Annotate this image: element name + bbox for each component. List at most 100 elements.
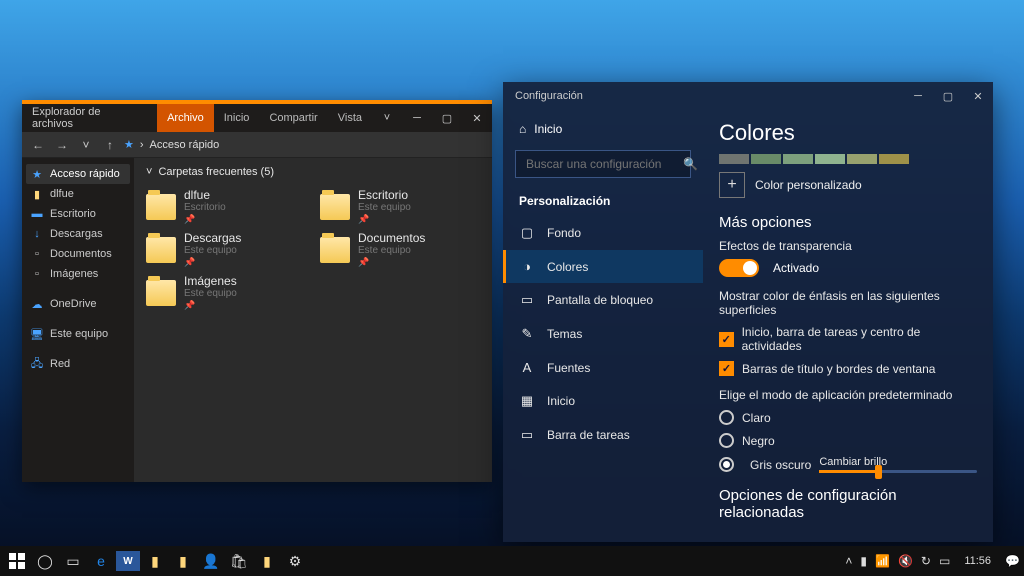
nav-quick-access[interactable]: ★ Acceso rápido xyxy=(26,164,130,184)
close-button[interactable]: ✕ xyxy=(963,82,993,110)
maximize-button[interactable]: ▢ xyxy=(432,104,462,132)
slider-knob[interactable] xyxy=(875,465,882,479)
nav-taskbar[interactable]: ▭Barra de tareas xyxy=(503,418,703,452)
breadcrumb[interactable]: Acceso rápido xyxy=(150,139,220,151)
tab-compartir[interactable]: Compartir xyxy=(259,104,327,132)
mode-label: Elige el modo de aplicación predetermina… xyxy=(719,388,977,402)
folder-dlfue[interactable]: dlfueEscritorio📌 xyxy=(146,188,306,225)
store-icon[interactable]: 🛍 xyxy=(226,548,252,574)
wifi-icon[interactable]: 📶 xyxy=(875,554,890,568)
maximize-button[interactable]: ▢ xyxy=(933,82,963,110)
pin-icon: 📌 xyxy=(184,300,237,311)
folder-descargas[interactable]: DescargasEste equipo📌 xyxy=(146,231,306,268)
nav-lock-screen[interactable]: ▭Pantalla de bloqueo xyxy=(503,283,703,317)
nav-chevron-icon[interactable]: ˅ xyxy=(76,138,96,152)
settings-home[interactable]: ⌂ Inicio xyxy=(503,116,703,142)
radio-negro[interactable]: Negro xyxy=(719,433,977,448)
section-header[interactable]: ˅ Carpetas frecuentes (5) xyxy=(146,166,480,178)
home-icon: ⌂ xyxy=(519,122,526,136)
settings-titlebar[interactable]: Configuración ─ ▢ ✕ xyxy=(503,82,993,110)
transparency-toggle[interactable] xyxy=(719,259,759,277)
nav-network[interactable]: 🖧Red xyxy=(26,354,130,374)
swatch[interactable] xyxy=(815,154,845,164)
fonts-icon: A xyxy=(519,360,535,375)
nav-inicio[interactable]: ▦Inicio xyxy=(503,384,703,418)
swatch[interactable] xyxy=(783,154,813,164)
radio-icon xyxy=(719,457,734,472)
radio-icon xyxy=(719,433,734,448)
explorer-icon[interactable]: ▮ xyxy=(170,548,196,574)
pin-icon: 📌 xyxy=(358,257,425,268)
action-center-icon[interactable]: 💬 xyxy=(1005,554,1020,568)
volume-icon[interactable]: 🔇 xyxy=(898,554,913,568)
search-button[interactable]: ◯ xyxy=(32,548,58,574)
ribbon-chevron-icon[interactable]: ˅ xyxy=(372,104,402,132)
toggle-state: Activado xyxy=(773,261,819,275)
battery-icon[interactable]: ▮ xyxy=(860,554,867,568)
settings-title: Configuración xyxy=(515,90,583,102)
explorer-icon[interactable]: ▮ xyxy=(142,548,168,574)
nav-fondo[interactable]: ▢Fondo xyxy=(503,216,703,250)
related-heading: Opciones de configuración relacionadas xyxy=(719,487,977,521)
nav-back-icon[interactable]: ← xyxy=(28,138,48,152)
pin-icon: 📌 xyxy=(184,257,241,268)
keyboard-icon[interactable]: ▭ xyxy=(939,554,950,568)
explorer-icon[interactable]: ▮ xyxy=(254,548,280,574)
tab-inicio[interactable]: Inicio xyxy=(214,104,260,132)
radio-claro[interactable]: Claro xyxy=(719,410,977,425)
swatch[interactable] xyxy=(879,154,909,164)
folder-escritorio[interactable]: EscritorioEste equipo📌 xyxy=(320,188,480,225)
nav-this-pc[interactable]: 🖥Este equipo xyxy=(26,324,130,344)
nav-temas[interactable]: ✎Temas xyxy=(503,317,703,351)
brightness-slider[interactable] xyxy=(819,470,977,473)
folder-icon xyxy=(320,237,350,263)
swatch[interactable] xyxy=(751,154,781,164)
close-button[interactable]: ✕ xyxy=(462,104,492,132)
taskbar[interactable]: ◯ ▭ e W ▮ ▮ 👤 🛍 ▮ ⚙ ˄ ▮ 📶 🔇 ↻ ▭ 11:56 💬 xyxy=(0,546,1024,576)
nav-up-icon[interactable]: ↑ xyxy=(100,138,120,152)
star-icon: ★ xyxy=(124,138,134,151)
explorer-titlebar[interactable]: Explorador de archivos Archivo Inicio Co… xyxy=(22,104,492,132)
nav-item-documentos[interactable]: ▫Documentos xyxy=(26,244,130,264)
folder-documentos[interactable]: DocumentosEste equipo📌 xyxy=(320,231,480,268)
word-icon[interactable]: W xyxy=(116,551,140,571)
nav-fuentes[interactable]: AFuentes xyxy=(503,351,703,384)
tab-archivo[interactable]: Archivo xyxy=(157,104,214,132)
sync-icon[interactable]: ↻ xyxy=(921,554,931,568)
checkbox-icon: ✓ xyxy=(719,332,734,347)
nav-item-imagenes[interactable]: ▫Imágenes xyxy=(26,264,130,284)
task-view-button[interactable]: ▭ xyxy=(60,548,86,574)
settings-search[interactable]: 🔍 xyxy=(515,150,691,178)
checkbox-title-bars[interactable]: ✓Barras de título y bordes de ventana xyxy=(719,361,977,376)
custom-color-button[interactable]: + Color personalizado xyxy=(719,172,977,198)
edge-icon[interactable]: e xyxy=(88,548,114,574)
folder-icon xyxy=(320,194,350,220)
minimize-button[interactable]: ─ xyxy=(903,82,933,110)
swatch[interactable] xyxy=(719,154,749,164)
people-icon[interactable]: 👤 xyxy=(198,548,224,574)
minimize-button[interactable]: ─ xyxy=(402,104,432,132)
radio-gris-oscuro[interactable]: Gris oscuro Cambiar brillo xyxy=(719,456,977,473)
tab-vista[interactable]: Vista xyxy=(328,104,372,132)
swatch[interactable] xyxy=(847,154,877,164)
folder-imagenes[interactable]: ImágenesEste equipo📌 xyxy=(146,274,306,311)
settings-icon[interactable]: ⚙ xyxy=(282,548,308,574)
explorer-content[interactable]: ˅ Carpetas frecuentes (5) dlfueEscritori… xyxy=(134,158,492,482)
settings-main[interactable]: Colores + Color personalizado Más opcion… xyxy=(703,110,993,542)
address-bar[interactable]: ← → ˅ ↑ ★ › Acceso rápido xyxy=(22,132,492,158)
nav-item-dlfue[interactable]: ▮dlfue xyxy=(26,184,130,204)
folder-icon xyxy=(146,280,176,306)
start-button[interactable] xyxy=(4,548,30,574)
chevron-down-icon: ˅ xyxy=(146,166,152,178)
chevron-up-icon[interactable]: ˄ xyxy=(845,554,852,568)
nav-forward-icon[interactable]: → xyxy=(52,138,72,152)
nav-item-descargas[interactable]: ↓Descargas xyxy=(26,224,130,244)
checkbox-icon: ✓ xyxy=(719,361,734,376)
search-input[interactable] xyxy=(524,156,683,172)
themes-icon: ✎ xyxy=(519,326,535,342)
checkbox-start-taskbar[interactable]: ✓Inicio, barra de tareas y centro de act… xyxy=(719,325,977,353)
nav-onedrive[interactable]: ☁OneDrive xyxy=(26,294,130,314)
clock[interactable]: 11:56 xyxy=(958,555,997,567)
nav-item-escritorio[interactable]: ▬Escritorio xyxy=(26,204,130,224)
nav-colores[interactable]: ◑Colores xyxy=(503,250,703,283)
